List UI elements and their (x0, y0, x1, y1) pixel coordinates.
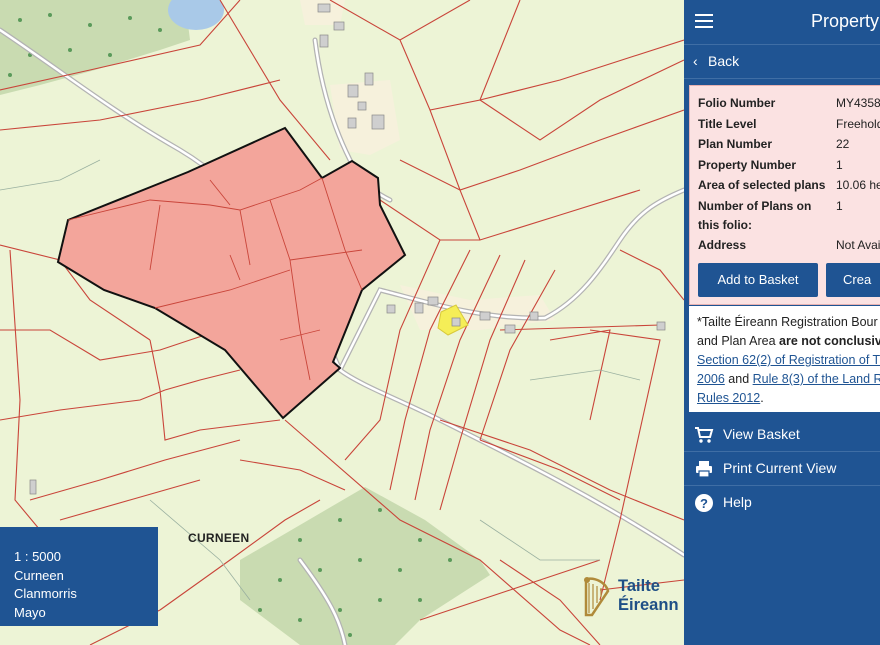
info-value: 1 (836, 158, 843, 172)
townland-label: CURNEEN (188, 531, 250, 545)
info-value: 10.06 he (836, 178, 880, 192)
disclaimer-box: *Tailte Éireann Registration Bour and Pl… (689, 306, 880, 412)
menu-label: Help (723, 494, 752, 510)
help-icon: ? (695, 494, 713, 512)
county-name: Mayo (14, 604, 46, 620)
help-menu-item[interactable]: ? Help (684, 486, 880, 519)
disclaimer-text: and (724, 372, 753, 386)
hamburger-menu-icon[interactable] (695, 14, 713, 28)
info-label: Title Level (698, 117, 757, 131)
logo-line-1: Tailte (618, 577, 660, 595)
property-panel: Property ‹ Back Folio Number MY4358 Titl… (684, 0, 880, 645)
svg-text:?: ? (700, 496, 708, 511)
print-view-menu-item[interactable]: Print Current View (684, 452, 880, 486)
info-value: Not Avai (836, 238, 880, 252)
townland-name: Curneen (14, 567, 64, 583)
disclaimer-line: Rules 2012. (697, 389, 880, 408)
map-scale: 1 : 5000 (14, 549, 61, 564)
info-label: Folio Number (698, 96, 776, 110)
info-label: Property Number (698, 158, 797, 172)
view-basket-menu-item[interactable]: View Basket (684, 418, 880, 452)
rule-8-link[interactable]: Rule 8(3) of the Land R (753, 372, 880, 386)
logo-line-2: Éireann (618, 596, 679, 614)
barony-name: Clanmorris (14, 586, 77, 601)
info-label: Number of Plans on this folio: (698, 199, 812, 232)
panel-title: Property (811, 11, 880, 31)
disclaimer-line: 2006 and Rule 8(3) of the Land R (697, 370, 880, 389)
chevron-left-icon: ‹ (693, 53, 698, 69)
year-link[interactable]: 2006 (697, 372, 725, 386)
rules-2012-link[interactable]: Rules 2012 (697, 391, 760, 405)
info-value: Freehold (836, 117, 880, 131)
info-value: 1 (836, 199, 843, 213)
cart-icon (695, 427, 714, 443)
disclaimer-text: and Plan Area (697, 334, 780, 348)
info-value: 22 (836, 137, 850, 151)
info-label: Area of selected plans (698, 178, 826, 192)
disclaimer-line: *Tailte Éireann Registration Bour (697, 315, 878, 329)
create-button[interactable]: Crea (826, 263, 880, 297)
disclaimer-text: . (760, 391, 764, 405)
info-label: Plan Number (698, 137, 773, 151)
disclaimer-line: and Plan Area are not conclusive (697, 332, 880, 351)
scale-info-box: 1 : 5000 Curneen Clanmorris Mayo (0, 527, 158, 626)
back-button[interactable]: ‹ Back (684, 45, 880, 79)
printer-icon (696, 461, 712, 478)
section-62-link[interactable]: Section 62(2) of Registration of T (697, 353, 880, 367)
add-to-basket-button[interactable]: Add to Basket (698, 263, 818, 297)
back-label: Back (708, 53, 740, 69)
menu-label: Print Current View (723, 460, 837, 476)
tailte-eireann-logo: Tailte Éireann (578, 575, 682, 617)
folio-info-box: Folio Number MY4358 Title Level Freehold… (689, 85, 880, 305)
panel-header: Property (684, 0, 880, 45)
harp-icon (584, 577, 610, 617)
disclaimer-bold: are not conclusive (779, 334, 880, 348)
info-value: MY4358 (836, 96, 880, 110)
menu-label: View Basket (723, 426, 800, 442)
info-label: Address (698, 238, 747, 252)
map-view[interactable]: CURNEEN 1 : 5000 Curneen Clanmorris Mayo… (0, 0, 684, 645)
disclaimer-line: Section 62(2) of Registration of T (697, 351, 880, 370)
